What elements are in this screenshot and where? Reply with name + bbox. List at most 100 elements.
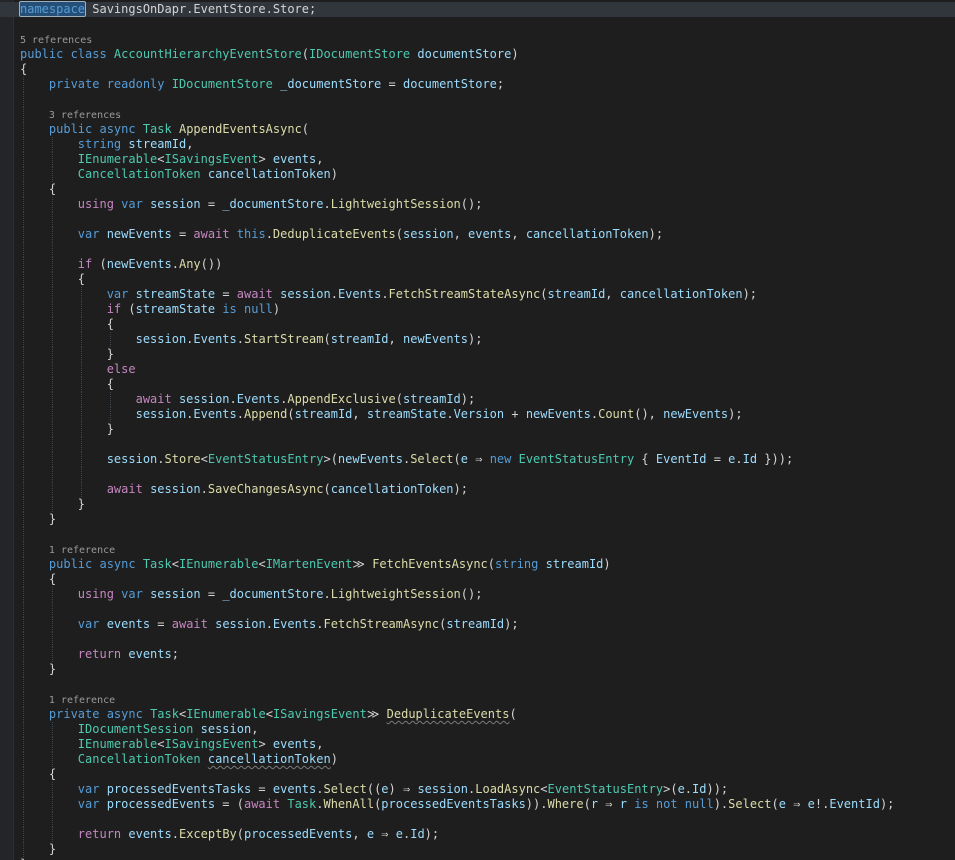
- code-line[interactable]: {: [0, 182, 955, 197]
- code-token: .: [323, 587, 331, 601]
- code-line[interactable]: [0, 677, 955, 692]
- indent-guide: [51, 467, 53, 482]
- code-line[interactable]: string streamId,: [0, 137, 955, 152]
- indent-guide: [51, 407, 53, 422]
- codelens-references[interactable]: 1 reference: [49, 695, 115, 706]
- codelens-references[interactable]: 5 references: [20, 35, 92, 46]
- code-line[interactable]: private readonly IDocumentStore _documen…: [0, 77, 955, 92]
- code-token: StartStream: [244, 332, 324, 346]
- code-line[interactable]: else: [0, 362, 955, 377]
- code-token: else: [106, 362, 136, 376]
- code-line[interactable]: [0, 437, 955, 452]
- code-line[interactable]: {: [0, 572, 955, 587]
- code-line[interactable]: var processedEvents = (await Task.WhenAl…: [0, 797, 955, 812]
- code-line[interactable]: [0, 92, 955, 107]
- code-token: EventStatusEntry: [207, 452, 324, 466]
- code-line[interactable]: public async Task<IEnumerable<IMartenEve…: [0, 557, 955, 572]
- code-line[interactable]: }: [0, 422, 955, 437]
- code-line[interactable]: return events.ExceptBy(processedEvents, …: [0, 827, 955, 842]
- code-token: ,: [316, 737, 324, 751]
- codelens-line[interactable]: 1 reference: [0, 692, 955, 707]
- code-line[interactable]: await session.SaveChangesAsync(cancellat…: [0, 482, 955, 497]
- code-line[interactable]: {: [0, 272, 955, 287]
- indent-guide: [23, 527, 24, 542]
- code-line[interactable]: }: [0, 347, 955, 362]
- code-token: );: [742, 287, 758, 301]
- indent-guide: [80, 482, 82, 497]
- code-token: ;: [171, 647, 179, 661]
- indent-guide: [51, 632, 53, 647]
- code-token: IDocumentSession: [77, 722, 194, 736]
- code-line[interactable]: {: [0, 767, 955, 782]
- code-line[interactable]: {: [0, 377, 955, 392]
- code-line[interactable]: IEnumerable<ISavingsEvent> events,: [0, 152, 955, 167]
- indent-guide: [23, 752, 24, 767]
- indent-guide: [23, 452, 24, 467]
- code-line[interactable]: [0, 467, 955, 482]
- code-token: Events: [236, 392, 281, 406]
- code-line[interactable]: {: [0, 317, 955, 332]
- codelens-line[interactable]: 3 references: [0, 107, 955, 122]
- code-line[interactable]: [0, 17, 955, 32]
- code-line[interactable]: await session.Events.AppendExclusive(str…: [0, 392, 955, 407]
- code-line[interactable]: [0, 242, 955, 257]
- code-token: ⇒: [598, 797, 620, 811]
- codelens-references[interactable]: 1 reference: [49, 545, 115, 556]
- code-token: CancellationToken: [77, 167, 201, 181]
- codelens-line[interactable]: 5 references: [0, 32, 955, 47]
- code-line[interactable]: var streamState = await session.Events.F…: [0, 287, 955, 302]
- code-token: );: [728, 407, 743, 421]
- code-token: newEvents: [402, 332, 468, 346]
- code-token: streamId: [446, 617, 505, 631]
- code-token: if: [77, 257, 100, 271]
- code-line[interactable]: session.Events.Append(streamId, streamSt…: [0, 407, 955, 422]
- code-token: await: [135, 392, 179, 406]
- code-line[interactable]: [0, 527, 955, 542]
- code-token: Where: [547, 797, 584, 811]
- codelens-line[interactable]: 1 reference: [0, 542, 955, 557]
- code-line[interactable]: using var session = _documentStore.Light…: [0, 587, 955, 602]
- codelens-references[interactable]: 3 references: [49, 110, 121, 121]
- code-line[interactable]: session.Store<EventStatusEntry>(newEvent…: [0, 452, 955, 467]
- code-line[interactable]: CancellationToken cancellationToken): [0, 752, 955, 767]
- code-token: await: [243, 797, 288, 811]
- code-line[interactable]: public class AccountHierarchyEventStore(…: [0, 47, 955, 62]
- code-line[interactable]: }: [0, 512, 955, 527]
- code-line[interactable]: return events;: [0, 647, 955, 662]
- code-line[interactable]: var events = await session.Events.FetchS…: [0, 617, 955, 632]
- code-line[interactable]: if (streamState is null): [0, 302, 955, 317]
- code-line[interactable]: IEnumerable<ISavingsEvent> events,: [0, 737, 955, 752]
- code-token: streamId: [330, 332, 389, 346]
- code-token: public async: [48, 557, 143, 571]
- code-line[interactable]: var processedEventsTasks = events. Select…: [0, 782, 955, 797]
- code-line[interactable]: using var session = _documentStore.Light…: [0, 197, 955, 212]
- code-token: .: [171, 257, 179, 271]
- code-token: =: [200, 587, 223, 601]
- code-line[interactable]: [0, 602, 955, 617]
- code-token: );: [879, 797, 895, 811]
- code-line[interactable]: private async Task<IEnumerable<ISavingsE…: [0, 707, 955, 722]
- code-line[interactable]: IDocumentSession session,: [0, 722, 955, 737]
- code-token: (: [323, 332, 331, 346]
- code-line[interactable]: }: [0, 842, 955, 857]
- code-token: >(: [663, 782, 678, 796]
- code-token: documentStore: [417, 47, 512, 61]
- code-line[interactable]: [0, 632, 955, 647]
- code-line[interactable]: public async Task AppendEventsAsync(: [0, 122, 955, 137]
- indent-guide: [23, 497, 24, 512]
- code-line[interactable]: CancellationToken cancellationToken): [0, 167, 955, 182]
- code-line[interactable]: if (newEvents.Any()): [0, 257, 955, 272]
- code-token: .: [446, 407, 454, 421]
- code-token: session: [150, 197, 201, 211]
- code-line[interactable]: [0, 212, 955, 227]
- code-line[interactable]: namespace SavingsOnDapr.EventStore.Store…: [0, 1, 955, 17]
- code-line[interactable]: {: [0, 62, 955, 77]
- code-line[interactable]: var newEvents = await this.DeduplicateEv…: [0, 227, 955, 242]
- code-line[interactable]: }: [0, 497, 955, 512]
- indent-guide: [23, 737, 24, 752]
- code-line[interactable]: session.Events.StartStream(streamId, new…: [0, 332, 955, 347]
- code-line[interactable]: [0, 812, 955, 827]
- code-line[interactable]: }: [0, 662, 955, 677]
